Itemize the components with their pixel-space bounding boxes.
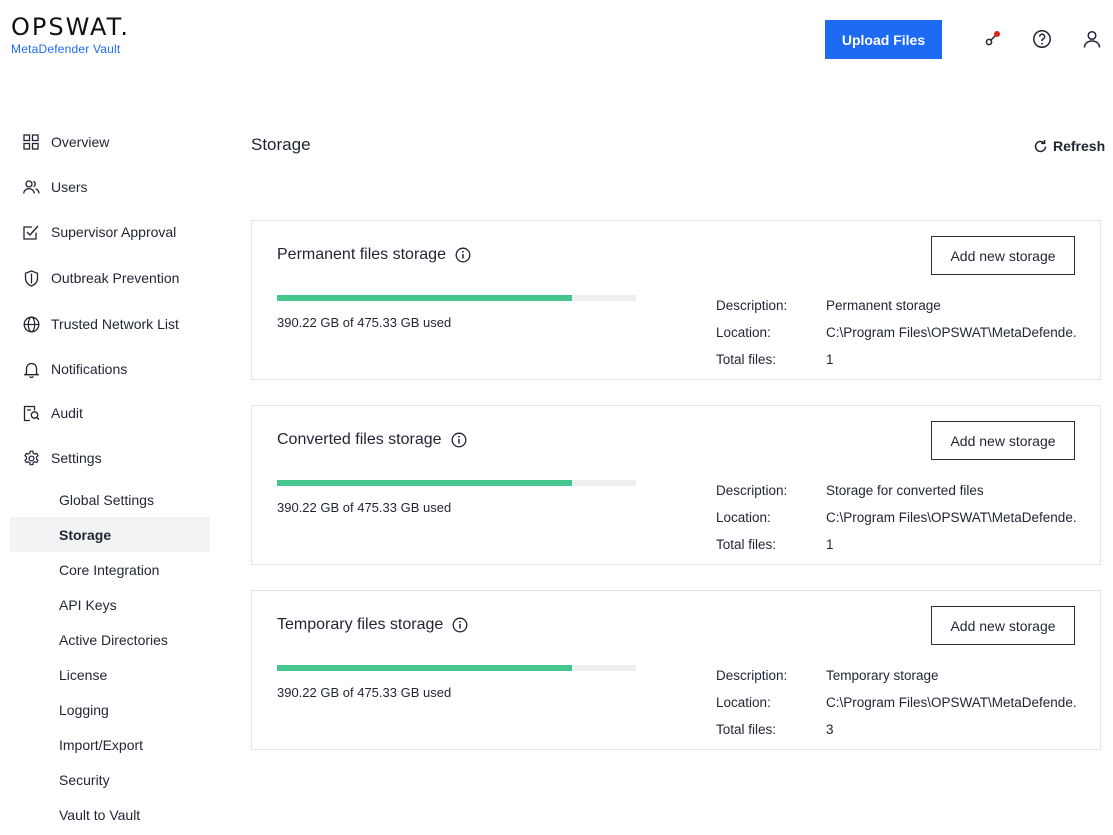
description-value: Permanent storage — [826, 298, 941, 313]
total-files-label: Total files: — [716, 352, 777, 367]
gear-icon — [22, 449, 40, 467]
refresh-icon — [1034, 139, 1047, 152]
storage-usage-fill — [277, 665, 572, 671]
refresh-label: Refresh — [1053, 138, 1106, 154]
sidebar-item-outbreak-prevention[interactable]: Outbreak Prevention — [10, 260, 210, 296]
storage-card-title-row: Permanent files storage — [277, 246, 471, 264]
storage-usage-fill — [277, 295, 572, 301]
audit-icon — [22, 404, 40, 422]
upload-files-button[interactable]: Upload Files — [825, 20, 942, 59]
info-icon[interactable] — [452, 617, 468, 633]
sidebar-item-supervisor-approval[interactable]: Supervisor Approval — [10, 214, 210, 250]
info-icon[interactable] — [451, 432, 467, 448]
top-header: OPSWAT. MetaDefender Vault Upload Files — [0, 0, 1113, 80]
storage-details: Description: Permanent storage Location: C… — [716, 292, 1086, 373]
sidebar-item-label: Audit — [51, 405, 83, 421]
key-notification-icon[interactable] — [981, 28, 1003, 50]
description-label: Description: — [716, 298, 788, 313]
storage-card-converted: Converted files storage 390.22 GB of 475… — [251, 405, 1101, 565]
sidebar-item-label: Notifications — [51, 361, 128, 377]
storage-usage-bar — [277, 295, 636, 301]
sidebar-item-label: Trusted Network List — [51, 316, 179, 332]
sidebar-subitem-api-keys[interactable]: API Keys — [10, 587, 210, 622]
info-icon[interactable] — [455, 247, 471, 263]
total-files-value: 3 — [826, 722, 834, 737]
storage-usage-fill — [277, 480, 572, 486]
total-files-label: Total files: — [716, 537, 777, 552]
sidebar-subitem-logging[interactable]: Logging — [10, 692, 210, 727]
storage-card-title-row: Converted files storage — [277, 431, 467, 449]
add-new-storage-button[interactable]: Add new storage — [931, 421, 1075, 460]
page-title: Storage — [251, 135, 311, 154]
bell-icon — [22, 360, 40, 378]
sidebar-item-users[interactable]: Users — [10, 169, 210, 205]
storage-usage-text: 390.22 GB of 475.33 GB used — [277, 500, 452, 515]
sidebar-item-notifications[interactable]: Notifications — [10, 351, 210, 387]
sidebar-subitem-storage[interactable]: Storage — [10, 517, 210, 552]
location-label: Location: — [716, 695, 771, 710]
total-files-value: 1 — [826, 537, 834, 552]
product-name: MetaDefender Vault — [11, 42, 121, 56]
storage-usage-bar — [277, 665, 636, 671]
description-label: Description: — [716, 483, 788, 498]
user-account-icon[interactable] — [1081, 28, 1103, 50]
total-files-label: Total files: — [716, 722, 777, 737]
sidebar-item-label: Overview — [51, 134, 110, 150]
storage-usage-bar — [277, 480, 636, 486]
storage-usage-text: 390.22 GB of 475.33 GB used — [277, 685, 452, 700]
location-label: Location: — [716, 325, 771, 340]
checkbox-pen-icon — [22, 223, 40, 241]
help-icon[interactable] — [1031, 28, 1053, 50]
sidebar-subitem-vault-to-vault[interactable]: Vault to Vault — [10, 797, 210, 832]
description-label: Description: — [716, 668, 788, 683]
logo[interactable]: OPSWAT. MetaDefender Vault — [11, 14, 130, 56]
storage-card-title: Temporary files storage — [277, 616, 444, 633]
storage-card-title: Permanent files storage — [277, 246, 446, 263]
shield-icon — [22, 269, 40, 287]
description-value: Storage for converted files — [826, 483, 984, 498]
storage-card-title: Converted files storage — [277, 431, 442, 448]
sidebar-item-overview[interactable]: Overview — [10, 124, 210, 160]
sidebar-subitem-global-settings[interactable]: Global Settings — [10, 482, 210, 517]
sidebar-item-audit[interactable]: Audit — [10, 395, 210, 431]
storage-card-permanent: Permanent files storage 390.22 GB of 475… — [251, 220, 1101, 380]
storage-card-temporary: Temporary files storage 390.22 GB of 475… — [251, 590, 1101, 750]
storage-usage-text: 390.22 GB of 475.33 GB used — [277, 315, 452, 330]
globe-icon — [22, 315, 40, 333]
sidebar-subitem-license[interactable]: License — [10, 657, 210, 692]
add-new-storage-button[interactable]: Add new storage — [931, 606, 1075, 645]
sidebar-item-label: Users — [51, 179, 88, 195]
sidebar-subitem-import-export[interactable]: Import/Export — [10, 727, 210, 762]
add-new-storage-button[interactable]: Add new storage — [931, 236, 1075, 275]
storage-card-title-row: Temporary files storage — [277, 616, 468, 634]
total-files-value: 1 — [826, 352, 834, 367]
sidebar-subitem-core-integration[interactable]: Core Integration — [10, 552, 210, 587]
sidebar-subitem-security[interactable]: Security — [10, 762, 210, 797]
sidebar-item-settings[interactable]: Settings — [10, 440, 210, 476]
logo-wordmark: OPSWAT. — [11, 13, 131, 41]
description-value: Temporary storage — [826, 668, 939, 683]
grid-icon — [22, 133, 40, 151]
sidebar-item-trusted-network-list[interactable]: Trusted Network List — [10, 306, 210, 342]
refresh-button[interactable]: Refresh — [1033, 136, 1105, 156]
sidebar-item-label: Supervisor Approval — [51, 224, 177, 240]
location-label: Location: — [716, 510, 771, 525]
location-value: C:\Program Files\OPSWAT\MetaDefende... — [826, 510, 1076, 525]
storage-details: Description: Storage for converted files … — [716, 477, 1086, 558]
sidebar-subitem-active-directories[interactable]: Active Directories — [10, 622, 210, 657]
location-value: C:\Program Files\OPSWAT\MetaDefende... — [826, 695, 1076, 710]
sidebar-item-label: Outbreak Prevention — [51, 270, 180, 286]
users-icon — [22, 178, 40, 196]
storage-details: Description: Temporary storage Location: C… — [716, 662, 1086, 743]
location-value: C:\Program Files\OPSWAT\MetaDefende... — [826, 325, 1076, 340]
sidebar-item-label: Settings — [51, 450, 102, 466]
